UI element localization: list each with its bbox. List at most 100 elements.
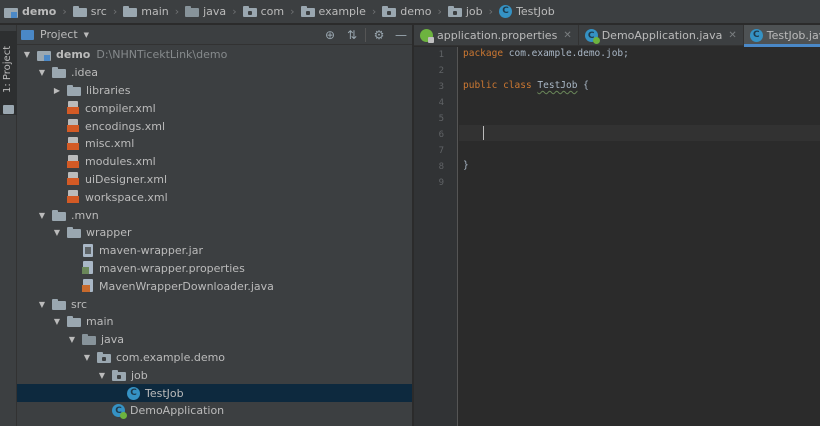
tab-demoapplication-java[interactable]: C DemoApplication.java ✕ [579,25,744,46]
collapse-all-icon[interactable]: ⇅ [341,28,363,42]
tree-item[interactable]: maven-wrapper.properties [17,260,412,278]
tree-item[interactable]: ▼ com.example.demo [17,349,412,367]
tree-item-label: modules.xml [85,155,156,169]
breadcrumb-com[interactable]: com [242,0,284,24]
tree-item[interactable]: MavenWrapperDownloader.java [17,277,412,295]
expand-arrow-icon[interactable]: ▼ [36,300,48,309]
chevron-down-icon[interactable]: ▼ [84,31,89,39]
tree-item[interactable]: ▼ java [17,331,412,349]
project-panel-toolbar: ⊕ ⇅ ⚙ — [319,25,412,45]
tree-item-icon-wrap [67,84,81,96]
close-icon[interactable]: ✕ [728,30,736,41]
tree-item[interactable]: ▶ libraries [17,82,412,100]
tree-item[interactable]: ▼ .idea [17,64,412,82]
folder-icon [52,67,66,79]
tree-item-icon-wrap [67,101,80,115]
tab-label: DemoApplication.java [601,29,723,42]
tree-item[interactable]: maven-wrapper.jar [17,242,412,260]
tree-item[interactable]: compiler.xml [17,99,412,117]
module-path: D:\NHNTicektLink\demo [96,48,228,62]
tab-testjob-java[interactable]: CTestJob.java✕ [743,25,820,47]
gear-icon[interactable]: ⚙ [368,28,390,42]
tree-item-icon-wrap [82,334,96,346]
tree-item[interactable]: modules.xml [17,153,412,171]
breadcrumb-separator: › [437,5,442,18]
folder-icon [67,84,81,96]
tree-item[interactable]: uiDesigner.xml [17,171,412,189]
locate-file-icon[interactable]: ⊕ [319,28,341,42]
tree-item-label: maven-wrapper.properties [99,261,245,275]
tool-window-stripe: 1: Project [0,25,17,426]
expand-arrow-icon[interactable]: ▼ [81,353,93,362]
tree-item-label: src [71,297,88,311]
tab-application-properties[interactable]: application.properties ✕ [414,25,579,46]
properties-file-icon [82,261,94,275]
line-number: 2 [438,66,444,76]
expand-arrow-icon[interactable]: ▼ [51,317,63,326]
tree-item-label: uiDesigner.xml [85,172,168,186]
tree-item[interactable]: ▼ wrapper [17,224,412,242]
tree-item[interactable]: C DemoApplication [17,402,412,420]
package-icon [242,6,257,17]
tree-item-icon-wrap: C [127,386,140,400]
tree-item-icon-wrap [52,67,66,79]
project-tool-window-button[interactable]: 1: Project [0,31,17,115]
xml-file-icon [67,119,80,133]
expand-arrow-icon[interactable]: ▼ [96,371,108,380]
tree-item[interactable]: encodings.xml [17,117,412,135]
breadcrumb-demo-package[interactable]: demo [382,0,431,24]
line-number: 4 [438,98,444,108]
folder-icon [3,105,14,114]
tree-item-icon-wrap [112,369,126,381]
folder-icon [52,298,66,310]
breadcrumb-separator: › [290,5,295,18]
breadcrumb-src[interactable]: src [72,0,107,24]
breadcrumb-java[interactable]: java [185,0,226,24]
tree-item[interactable]: ▼ job [17,366,412,384]
tree-item-label: job [131,368,148,382]
line-number: 1 [438,50,444,60]
code-editor[interactable]: package com.example.demo.job; public cla… [459,47,820,426]
package-icon [447,6,462,17]
expand-arrow-icon[interactable]: ▼ [36,211,48,220]
close-icon[interactable]: ✕ [563,30,571,41]
tree-item[interactable]: ▼ demo D:\NHNTicektLink\demo [17,46,412,64]
package-icon [300,6,315,17]
breadcrumb-testjob[interactable]: C TestJob [499,0,555,24]
tree-item[interactable]: workspace.xml [17,188,412,206]
tree-item-icon-wrap [67,190,80,204]
breadcrumb-separator: › [232,5,237,18]
line-number: 3 [438,82,444,92]
project-view-selector[interactable]: Project [40,28,78,41]
tree-item[interactable]: misc.xml [17,135,412,153]
tree-item-label: compiler.xml [85,101,156,115]
breadcrumb-job[interactable]: job [447,0,483,24]
tree-item[interactable]: ▼ main [17,313,412,331]
collapse-arrow-icon[interactable]: ▶ [51,86,63,95]
expand-arrow-icon[interactable]: ▼ [21,50,33,59]
tree-item-label: .mvn [71,208,99,222]
folder-icon [52,209,66,221]
expand-arrow-icon[interactable]: ▼ [36,68,48,77]
hide-panel-icon[interactable]: — [390,28,412,42]
breadcrumb-example[interactable]: example [300,0,366,24]
tree-item-label: libraries [86,83,131,97]
tree-item-label: workspace.xml [85,190,168,204]
tree-item[interactable]: ▼ .mvn [17,206,412,224]
breadcrumb-demo-module[interactable]: demo [4,0,56,24]
tree-item-icon-wrap [52,209,66,221]
java-file-icon [82,279,94,293]
project-panel: Project ▼ ⊕ ⇅ ⚙ — ▼ demo D:\NHNTicektLink\… [17,25,413,426]
tree-item[interactable]: C TestJob [17,384,412,402]
tab-label: TestJob.java [766,29,820,42]
expand-arrow-icon[interactable]: ▼ [66,335,78,344]
breadcrumb-main[interactable]: main [123,0,169,24]
tree-item-icon-wrap [67,227,81,239]
tree-item[interactable]: ▼ src [17,295,412,313]
tree-item-icon-wrap [82,261,94,275]
breadcrumb-separator: › [62,5,67,18]
tree-item-label: DemoApplication [130,404,225,418]
tree-item-label: encodings.xml [85,119,166,133]
tree-item-label: maven-wrapper.jar [99,244,203,258]
expand-arrow-icon[interactable]: ▼ [51,228,63,237]
